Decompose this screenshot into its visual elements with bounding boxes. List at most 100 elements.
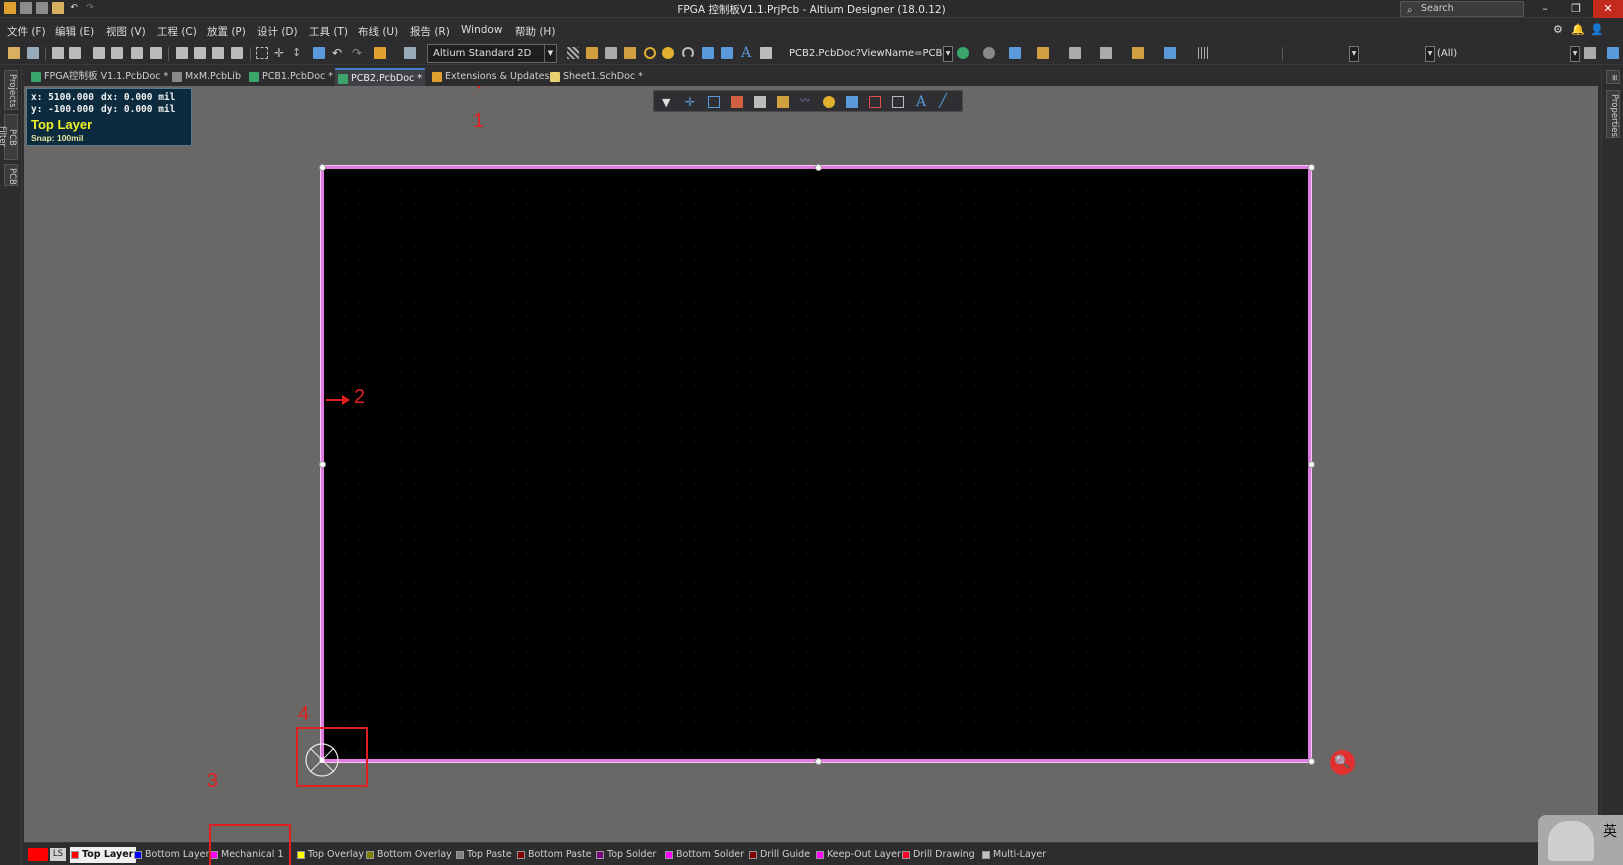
menu-edit[interactable]: 编辑 (E): [55, 24, 94, 39]
zoom-search-icon[interactable]: 🔍: [1330, 750, 1355, 775]
component-place-icon[interactable]: [731, 96, 743, 108]
print-preview-icon[interactable]: [69, 47, 81, 59]
board-handle[interactable]: [319, 164, 326, 171]
board-handle[interactable]: [1308, 758, 1315, 765]
room-icon[interactable]: [1100, 47, 1112, 59]
user-icon[interactable]: 👤: [1590, 23, 1604, 36]
zoom-fit-icon[interactable]: [93, 47, 105, 59]
paste-icon[interactable]: [212, 47, 224, 59]
polygon-icon[interactable]: [846, 96, 858, 108]
panel-tab-projects[interactable]: Projects: [4, 70, 18, 110]
tab-pcb2[interactable]: PCB2.PcbDoc *: [335, 68, 425, 86]
url-dropdown-button[interactable]: ▼: [943, 46, 953, 62]
layer-tab-keep-out-layer[interactable]: Keep-Out Layer: [815, 847, 901, 863]
layer-tab-bottom-layer[interactable]: Bottom Layer: [133, 847, 209, 863]
zoom-area-icon[interactable]: [111, 47, 123, 59]
component-icon[interactable]: [754, 96, 766, 108]
net-dropdown-button[interactable]: ▼: [1349, 46, 1359, 62]
menu-help[interactable]: 帮助 (H): [515, 24, 555, 39]
fill-icon[interactable]: [702, 47, 714, 59]
tab-fpga-pcbdoc[interactable]: FPGA控制板 V1.1.PcbDoc *: [28, 68, 168, 86]
forward-icon[interactable]: [983, 47, 995, 59]
arc-icon[interactable]: [682, 47, 694, 59]
home-icon[interactable]: [1009, 47, 1021, 59]
view-config-icon[interactable]: [404, 47, 416, 59]
tab-extensions-updates[interactable]: Extensions & Updates: [429, 68, 549, 86]
align-tools-icon[interactable]: [1069, 47, 1081, 59]
cross-probe-icon[interactable]: [374, 47, 386, 59]
panel-tab-pcb[interactable]: PCB: [4, 164, 18, 186]
diff-pair-icon[interactable]: 〰: [800, 96, 812, 108]
rubber-stamp-icon[interactable]: [231, 47, 243, 59]
clear-filter-icon[interactable]: [313, 47, 325, 59]
board-handle[interactable]: [1308, 461, 1315, 468]
menu-view[interactable]: 视图 (V): [106, 24, 146, 39]
bus-routing-icon[interactable]: [605, 47, 617, 59]
menu-file[interactable]: 文件 (F): [7, 24, 46, 39]
keepout-icon[interactable]: [869, 96, 881, 108]
layer-tab-bottom-solder[interactable]: Bottom Solder: [664, 847, 744, 863]
panel-menu-icon[interactable]: ≡: [1606, 70, 1620, 84]
layer-tab-top-overlay[interactable]: Top Overlay: [296, 847, 364, 863]
view-mode-dropdown[interactable]: Altium Standard 2D ▼: [427, 44, 557, 63]
dimension-icon[interactable]: [892, 96, 904, 108]
board-handle[interactable]: [815, 758, 822, 765]
print-icon[interactable]: [52, 47, 64, 59]
utilities-icon[interactable]: [1132, 47, 1144, 59]
copy-icon[interactable]: [194, 47, 206, 59]
undo-icon[interactable]: ↶: [332, 47, 344, 59]
restore-button[interactable]: ❐: [1561, 0, 1591, 18]
select-icon[interactable]: [708, 96, 720, 108]
place-dimension-icon[interactable]: [1037, 47, 1049, 59]
align-icon[interactable]: ↕: [292, 47, 304, 59]
back-icon[interactable]: [957, 47, 969, 59]
view-url-field[interactable]: PCB2.PcbDoc?ViewName=PCBEditor: [789, 48, 942, 59]
layer-tab-top-solder[interactable]: Top Solder: [595, 847, 656, 863]
cut-icon[interactable]: [176, 47, 188, 59]
minimize-button[interactable]: –: [1530, 0, 1560, 18]
text-icon[interactable]: A: [916, 95, 928, 109]
current-layer-swatch[interactable]: [28, 848, 48, 861]
board-handle[interactable]: [319, 461, 326, 468]
filter-icon[interactable]: [1584, 47, 1596, 59]
board-handle[interactable]: [1308, 164, 1315, 171]
route-icon[interactable]: [777, 96, 789, 108]
text-icon[interactable]: A: [741, 46, 753, 60]
panel-tab-properties[interactable]: Properties: [1606, 90, 1620, 138]
layer-set-button[interactable]: LS: [50, 848, 66, 861]
layer-tab-drill-drawing[interactable]: Drill Drawing: [901, 847, 975, 863]
menu-design[interactable]: 设计 (D): [257, 24, 298, 39]
layer-tab-bottom-paste[interactable]: Bottom Paste: [516, 847, 592, 863]
ime-indicator[interactable]: 英: [1538, 815, 1623, 865]
open-icon[interactable]: [8, 47, 20, 59]
move-icon[interactable]: ✛: [685, 96, 697, 108]
tab-sheet1-schdoc[interactable]: Sheet1.SchDoc *: [547, 68, 643, 86]
search-input[interactable]: ⌕ Search: [1400, 1, 1524, 17]
board-handle[interactable]: [815, 164, 822, 171]
settings-icon[interactable]: ⚙: [1553, 23, 1563, 36]
layer-icon[interactable]: [1164, 47, 1176, 59]
component-icon[interactable]: [760, 47, 772, 59]
close-button[interactable]: ✕: [1593, 0, 1623, 18]
interactive-routing-icon[interactable]: [567, 47, 579, 59]
layer-tab-top-paste[interactable]: Top Paste: [455, 847, 512, 863]
tab-mxm-pcblib[interactable]: MxM.PcbLib: [169, 68, 241, 86]
save-icon[interactable]: [27, 47, 39, 59]
pcb-workspace[interactable]: x: 5100.000 dx: 0.000 mil y: -100.000 dy…: [24, 86, 1598, 842]
diff-pair-icon[interactable]: [586, 47, 598, 59]
filter-dropdown-button[interactable]: ▼: [1425, 46, 1435, 62]
via-icon[interactable]: [662, 47, 674, 59]
panel-tab-pcb-filter[interactable]: PCB Filter: [0, 114, 18, 160]
menu-project[interactable]: 工程 (C): [157, 24, 197, 39]
select-area-icon[interactable]: [256, 47, 268, 59]
tab-pcb1[interactable]: PCB1.PcbDoc *: [246, 68, 333, 86]
menu-place[interactable]: 放置 (P): [207, 24, 246, 39]
clear-icon[interactable]: [1607, 47, 1619, 59]
layer-tab-multi-layer[interactable]: Multi-Layer: [981, 847, 1046, 863]
pcb-board-outline[interactable]: [319, 164, 1315, 765]
menu-window[interactable]: Window: [461, 24, 502, 36]
multi-route-icon[interactable]: [624, 47, 636, 59]
polygon-icon[interactable]: [721, 47, 733, 59]
filter-zoom-icon[interactable]: [150, 47, 162, 59]
layer-tab-top-layer[interactable]: Top Layer: [70, 847, 137, 863]
